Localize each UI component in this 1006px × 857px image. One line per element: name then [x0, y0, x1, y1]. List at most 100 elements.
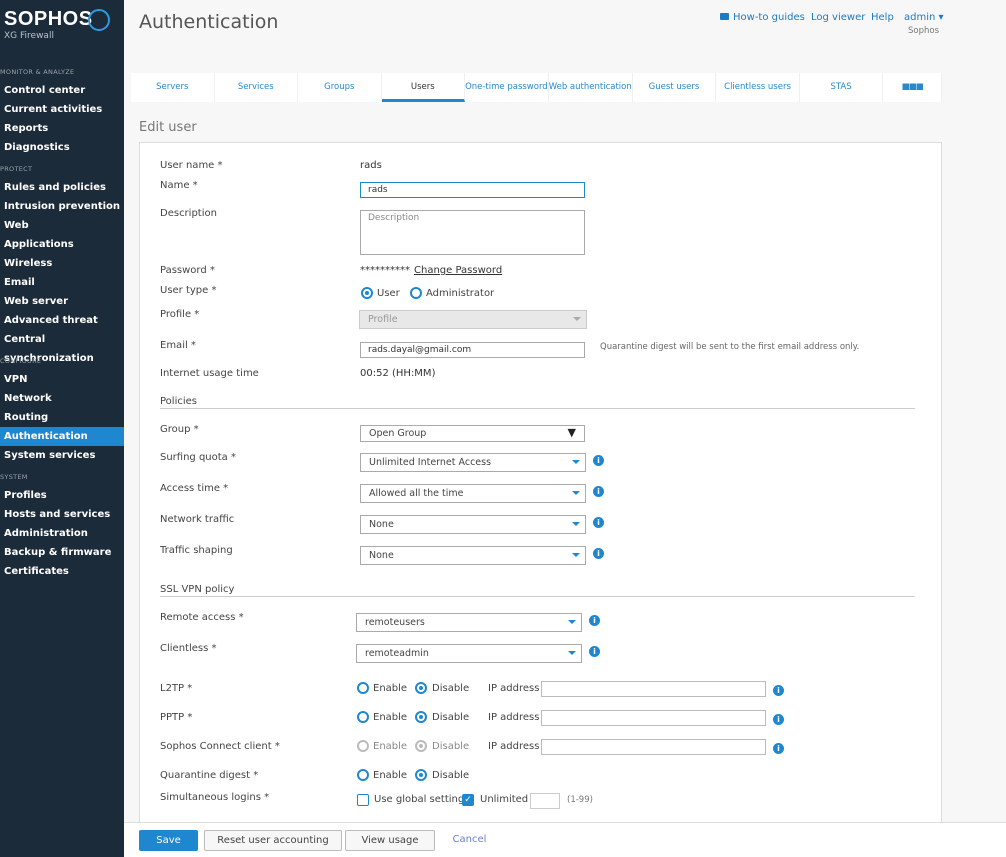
info-icon[interactable]: i	[589, 646, 600, 657]
name-input[interactable]: rads	[360, 182, 585, 198]
tab[interactable]: Groups	[298, 73, 382, 102]
sidebar-item[interactable]: Control center	[0, 81, 124, 100]
info-icon[interactable]: i	[773, 743, 784, 754]
sidebar-item[interactable]: Applications	[0, 235, 124, 254]
info-icon[interactable]: i	[773, 685, 784, 696]
sidebar-item[interactable]: Rules and policies	[0, 178, 124, 197]
remote-access-label: Remote access *	[160, 612, 244, 623]
ip-address-input[interactable]	[541, 739, 766, 755]
info-icon[interactable]: i	[773, 714, 784, 725]
row-label: Quarantine digest *	[160, 770, 259, 781]
surfing-quota-label: Surfing quota *	[160, 452, 236, 463]
sidebar-item[interactable]: Intrusion prevention	[0, 197, 124, 216]
ip-address-input[interactable]	[541, 681, 766, 697]
sidebar-item[interactable]: Wireless	[0, 254, 124, 273]
sidebar-item[interactable]: Profiles	[0, 486, 124, 505]
help-link[interactable]: Help	[871, 12, 894, 23]
tab[interactable]: Services	[215, 73, 299, 102]
logins-count-input[interactable]	[530, 793, 560, 809]
surfing-quota-select[interactable]: Unlimited Internet Access	[360, 453, 586, 472]
firewall-globe-icon	[88, 9, 110, 31]
change-password-link[interactable]: Change Password	[414, 265, 502, 276]
disable-label: Disable	[432, 683, 470, 694]
sidebar-item[interactable]: Email	[0, 273, 124, 292]
profile-select[interactable]: Profile	[359, 310, 587, 329]
clientless-select[interactable]: remoteadmin	[356, 644, 582, 663]
how-to-label: How-to guides	[733, 12, 805, 23]
product-name: XG Firewall	[4, 31, 54, 41]
network-traffic-select[interactable]: None	[360, 515, 586, 534]
log-viewer-link[interactable]: Log viewer	[811, 12, 865, 23]
shaping-value: None	[369, 550, 394, 561]
access-time-select[interactable]: Allowed all the time	[360, 484, 586, 503]
sidebar-item[interactable]: Backup & firmware	[0, 543, 124, 562]
sidebar-item[interactable]: Reports	[0, 119, 124, 138]
disable-radio[interactable]	[415, 740, 427, 752]
enable-label: Enable	[373, 741, 408, 752]
ssl-vpn-heading: SSL VPN policy	[160, 584, 235, 595]
admin-menu[interactable]: admin ▾	[904, 12, 944, 23]
sidebar-item[interactable]: Advanced threat	[0, 311, 124, 330]
enable-radio[interactable]	[357, 682, 369, 694]
tab[interactable]: Web authentication	[549, 73, 633, 102]
info-icon[interactable]: i	[593, 517, 604, 528]
sidebar-item[interactable]: Web	[0, 216, 124, 235]
traffic-shaping-label: Traffic shaping	[160, 545, 233, 556]
sidebar-item[interactable]: Routing	[0, 408, 124, 427]
group-select[interactable]: Open Group ▼	[360, 425, 585, 442]
profile-value: Profile	[368, 314, 398, 325]
view-usage-button[interactable]: View usage	[345, 830, 435, 851]
sidebar-section-title: MONITOR & ANALYZE	[0, 68, 75, 76]
email-input[interactable]: rads.dayal@gmail.com	[360, 342, 585, 358]
org-name: Sophos	[908, 26, 940, 36]
user-type-admin-radio[interactable]	[410, 287, 422, 299]
tab[interactable]: Servers	[131, 73, 215, 102]
sidebar-item[interactable]: VPN	[0, 370, 124, 389]
save-button[interactable]: Save	[139, 830, 198, 851]
ip-address-input[interactable]	[541, 710, 766, 726]
description-textarea[interactable]: Description	[360, 210, 585, 255]
info-icon[interactable]: i	[593, 548, 604, 559]
disable-radio[interactable]	[415, 682, 427, 694]
remote-access-select[interactable]: remoteusers	[356, 613, 582, 632]
enable-radio[interactable]	[357, 769, 369, 781]
reset-user-accounting-button[interactable]: Reset user accounting	[204, 830, 342, 851]
row-label: Sophos Connect client *	[160, 741, 280, 752]
traffic-shaping-select[interactable]: None	[360, 546, 586, 565]
enable-radio[interactable]	[357, 740, 369, 752]
traffic-value: None	[369, 519, 394, 530]
username-value: rads	[360, 160, 382, 171]
sidebar-item[interactable]: Hosts and services	[0, 505, 124, 524]
sidebar-item[interactable]: Web server	[0, 292, 124, 311]
usage-label: Internet usage time	[160, 368, 259, 379]
sidebar-item[interactable]: Administration	[0, 524, 124, 543]
user-type-user-radio[interactable]	[361, 287, 373, 299]
tab[interactable]: STAS	[800, 73, 884, 102]
range-hint: (1-99)	[567, 795, 593, 805]
sidebar-item[interactable]: Certificates	[0, 562, 124, 581]
info-icon[interactable]: i	[589, 615, 600, 626]
enable-radio[interactable]	[357, 711, 369, 723]
more-tabs-icon[interactable]: ■■■	[883, 73, 943, 102]
unlimited-checkbox[interactable]: ✓	[462, 794, 474, 806]
how-to-guides-link[interactable]: How-to guides	[720, 12, 805, 23]
sidebar-item[interactable]: Central synchronization	[0, 330, 124, 364]
disable-radio[interactable]	[415, 769, 427, 781]
info-icon[interactable]: i	[593, 486, 604, 497]
sidebar-item[interactable]: System services	[0, 446, 124, 465]
disable-radio[interactable]	[415, 711, 427, 723]
use-global-setting-checkbox[interactable]	[357, 794, 369, 806]
row-label: L2TP *	[160, 683, 193, 694]
sidebar-item[interactable]: Diagnostics	[0, 138, 124, 157]
sidebar-item[interactable]: Current activities	[0, 100, 124, 119]
password-label: Password *	[160, 265, 215, 276]
tab[interactable]: Guest users	[633, 73, 717, 102]
sidebar-item[interactable]: Network	[0, 389, 124, 408]
tab[interactable]: One-time password	[465, 73, 549, 102]
info-icon[interactable]: i	[593, 455, 604, 466]
sidebar-item[interactable]: Authentication	[0, 427, 124, 446]
cancel-button[interactable]: Cancel	[442, 830, 497, 851]
tab[interactable]: Clientless users	[716, 73, 800, 102]
quota-value: Unlimited Internet Access	[369, 457, 492, 468]
tab[interactable]: Users	[381, 73, 466, 102]
